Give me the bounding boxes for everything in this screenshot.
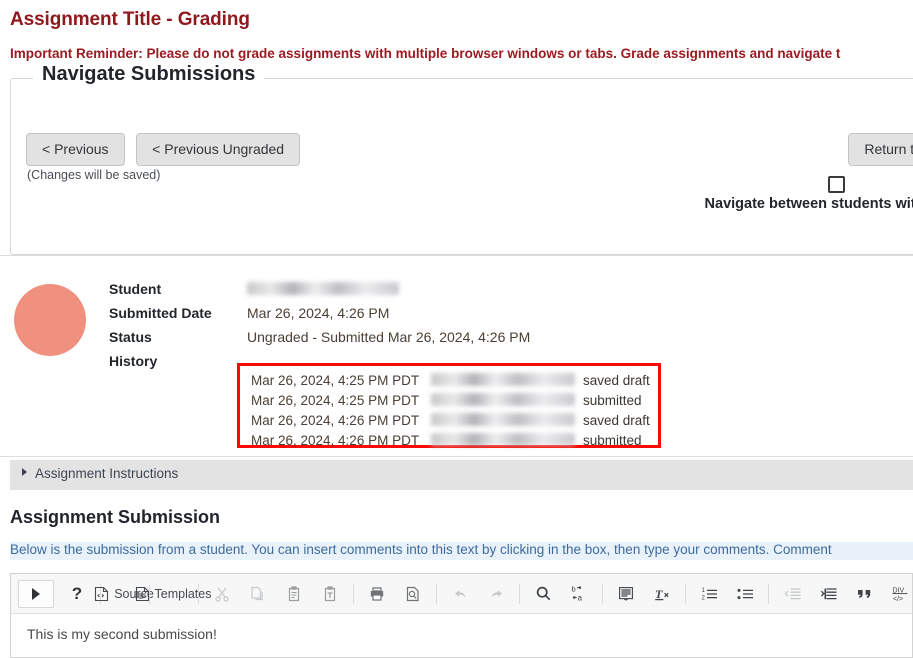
svg-text:2: 2 (701, 595, 705, 601)
svg-text:a: a (577, 594, 582, 603)
preview-magnifier-icon[interactable] (395, 580, 431, 608)
redacted-history-user (431, 392, 583, 408)
redo-button[interactable] (478, 580, 514, 608)
svg-text:T: T (655, 587, 663, 601)
student-info-row-status: Status Ungraded - Submitted Mar 26, 2024… (109, 329, 530, 353)
submitted-date-value: Mar 26, 2024, 4:26 PM (247, 305, 390, 321)
paste-as-text-button[interactable] (312, 580, 348, 608)
history-action: submitted (583, 392, 642, 408)
toolbar-separator (436, 583, 437, 604)
history-row: Mar 26, 2024, 4:26 PM PDT submitted (251, 430, 650, 450)
redacted-student-name (247, 282, 399, 295)
history-action: saved draft (583, 412, 650, 428)
navigate-with-submissions-checkbox[interactable] (828, 176, 845, 193)
return-to-list-button[interactable]: Return to List (848, 133, 913, 166)
chevron-right-icon (22, 468, 27, 476)
redacted-history-user (431, 432, 583, 448)
remove-format-icon[interactable]: T (644, 580, 680, 608)
code-document-icon (94, 586, 109, 602)
student-name-value (247, 281, 399, 297)
find-magnifier-icon[interactable] (525, 580, 561, 608)
div-container-icon[interactable]: DIV </> (882, 580, 913, 608)
history-date: Mar 26, 2024, 4:25 PM PDT (251, 372, 420, 388)
assignment-instructions-accordion[interactable]: Assignment Instructions (10, 460, 913, 490)
info-label: Submitted Date (109, 305, 212, 321)
history-row: Mar 26, 2024, 4:26 PM PDT saved draft (251, 410, 650, 430)
toolbar-separator (602, 583, 603, 604)
history-action: saved draft (583, 372, 650, 388)
assignment-instructions-label: Assignment Instructions (35, 466, 179, 481)
numbered-list-icon[interactable]: 1 2 (691, 580, 727, 608)
editor-toolbar: ? Source Templates b a T 1 2 DIV </> (11, 574, 912, 614)
info-label: Student (109, 281, 162, 297)
page-title: Assignment Title - Grading (10, 9, 250, 30)
bulleted-list-icon[interactable] (727, 580, 763, 608)
student-info-row-student: Student (109, 281, 530, 305)
print-button[interactable] (359, 580, 395, 608)
document-icon (135, 586, 150, 602)
redacted-history-user (431, 412, 583, 428)
indent-icon[interactable] (810, 580, 846, 608)
student-info-row-submitted-date: Submitted Date Mar 26, 2024, 4:26 PM (109, 305, 530, 329)
help-icon[interactable]: ? (59, 580, 95, 608)
editor-content-area[interactable]: This is my second submission! (11, 614, 912, 642)
important-reminder-text: Important Reminder: Please do not grade … (10, 46, 841, 61)
toolbar-separator (198, 583, 199, 604)
previous-button[interactable]: < Previous (26, 133, 125, 166)
quote-icon[interactable] (846, 580, 882, 608)
paste-button[interactable] (276, 580, 312, 608)
avatar (14, 284, 86, 356)
info-label: History (109, 353, 158, 369)
templates-button-label: Templates (154, 586, 212, 601)
status-value: Ungraded - Submitted Mar 26, 2024, 4:26 … (247, 329, 531, 345)
rich-text-editor: ? Source Templates b a T 1 2 DIV </> Thi… (10, 573, 913, 658)
replace-icon[interactable]: b a (561, 580, 597, 608)
templates-button[interactable]: Templates (135, 580, 212, 608)
undo-button[interactable] (442, 580, 478, 608)
info-label: Status (109, 329, 152, 345)
cut-button[interactable] (204, 580, 240, 608)
section-divider-top (0, 255, 913, 256)
svg-text:1: 1 (701, 588, 705, 594)
assignment-submission-title: Assignment Submission (10, 507, 221, 527)
navigate-with-submissions-label: Navigate between students with s only (704, 196, 913, 212)
history-action: submitted (583, 432, 642, 448)
history-row: Mar 26, 2024, 4:25 PM PDT saved draft (251, 370, 650, 390)
changes-saved-note: (Changes will be saved) (27, 168, 161, 182)
history-date: Mar 26, 2024, 4:26 PM PDT (251, 432, 420, 448)
svg-text:</>: </> (893, 596, 903, 602)
return-to-list-wrapper: Return to List (776, 133, 913, 166)
outdent-icon[interactable] (774, 580, 810, 608)
toolbar-separator (768, 583, 769, 604)
history-date: Mar 26, 2024, 4:26 PM PDT (251, 412, 420, 428)
submission-help-text: Below is the submission from a student. … (10, 542, 913, 560)
history-box: Mar 26, 2024, 4:25 PM PDT saved draft Ma… (237, 363, 661, 448)
section-divider-middle (0, 456, 913, 457)
toolbar-separator (685, 583, 686, 604)
toolbar-separator (353, 583, 354, 604)
history-row: Mar 26, 2024, 4:25 PM PDT submitted (251, 390, 650, 410)
grading-page: Assignment Title - Grading Important Rem… (0, 0, 913, 658)
copy-button[interactable] (240, 580, 276, 608)
previous-ungraded-button[interactable]: < Previous Ungraded (136, 133, 301, 166)
svg-text:b: b (571, 585, 575, 594)
select-all-icon[interactable] (608, 580, 644, 608)
navigate-submissions-fieldset: Navigate Submissions < Previous < Previo… (10, 63, 913, 255)
history-date: Mar 26, 2024, 4:25 PM PDT (251, 392, 420, 408)
toolbar-expand-icon[interactable] (18, 579, 54, 608)
navigation-buttons-group: < Previous < Previous Ungraded (26, 133, 301, 166)
navigate-submissions-legend: Navigate Submissions (33, 63, 265, 86)
toolbar-separator (519, 583, 520, 604)
redacted-history-user (431, 372, 583, 388)
